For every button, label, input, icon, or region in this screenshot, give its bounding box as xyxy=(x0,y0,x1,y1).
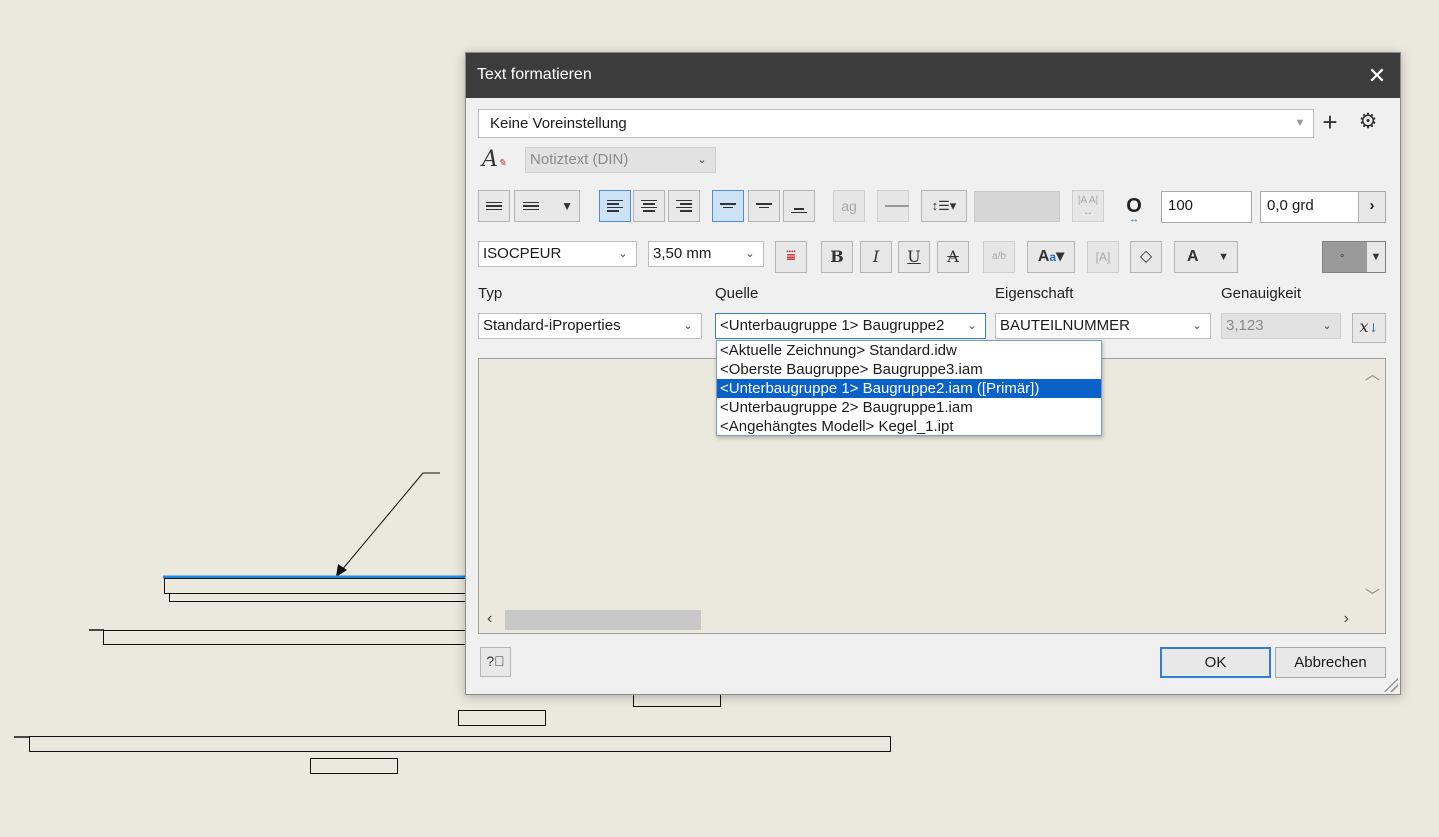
chevron-down-icon: ▼ xyxy=(1294,117,1306,129)
align-left-button[interactable] xyxy=(599,190,631,222)
type-value: Standard-iProperties xyxy=(483,317,621,334)
insert-parameter-icon[interactable]: x↓ xyxy=(1352,313,1386,343)
bold-button[interactable]: B xyxy=(821,241,853,273)
chevron-left-icon[interactable]: ‹ xyxy=(487,610,492,628)
valign-middle-button[interactable] xyxy=(748,190,780,222)
line-spacing-field xyxy=(974,191,1060,222)
part-outline xyxy=(310,758,398,774)
part-outline xyxy=(164,578,474,594)
chevron-down-icon: ⌄ xyxy=(697,154,707,166)
text-style-icon: A✎ xyxy=(482,147,507,172)
preset-value: Keine Voreinstellung xyxy=(490,115,627,132)
dialog-title: Text formatieren xyxy=(477,66,592,83)
source-option[interactable]: <Angehängtes Modell> Kegel_1.ipt xyxy=(717,417,1101,436)
fraction-icon: a/b xyxy=(983,241,1015,273)
ok-button[interactable]: OK xyxy=(1160,647,1271,678)
part-outline xyxy=(633,693,721,707)
help-icon[interactable]: ?⃞ xyxy=(480,647,511,677)
fill-color-button[interactable]: ◇ xyxy=(1130,241,1162,273)
font-color-letter: A xyxy=(1187,248,1199,265)
align-right-button[interactable] xyxy=(668,190,700,222)
width-factor-input[interactable]: 100 xyxy=(1161,191,1252,223)
chevron-down-icon: ⌄ xyxy=(745,248,755,260)
line-icon xyxy=(877,190,909,222)
symbol-icon: ∘ xyxy=(1339,251,1346,262)
width-factor-icon: O ↔ xyxy=(1126,195,1142,225)
source-dropdown[interactable]: <Unterbaugruppe 1> Baugruppe2 ⌄ xyxy=(715,313,986,339)
text-style-dropdown: Notiztext (DIN) ⌄ xyxy=(525,147,716,173)
italic-button[interactable]: I xyxy=(860,241,892,273)
scroll-thumb[interactable] xyxy=(505,610,701,630)
fit-text-icon: |A A| ↔ xyxy=(1072,190,1104,222)
chevron-down-icon: ⌄ xyxy=(683,320,693,332)
precision-dropdown: 3,123 ⌄ xyxy=(1221,313,1341,339)
rotation-angle-input[interactable]: 0,0 grd › xyxy=(1260,191,1386,223)
source-value: <Unterbaugruppe 1> Baugruppe2 xyxy=(720,317,945,334)
property-value: BAUTEILNUMMER xyxy=(1000,317,1131,334)
chevron-down-icon: ⌄ xyxy=(1192,320,1202,332)
source-option[interactable]: <Unterbaugruppe 2> Baugruppe1.iam xyxy=(717,398,1101,417)
precision-label: Genauigkeit xyxy=(1221,285,1302,302)
valign-bottom-button[interactable] xyxy=(783,190,815,222)
chevron-down-icon: ⌄ xyxy=(965,314,979,338)
case-button[interactable]: Aa▾ xyxy=(1027,241,1075,273)
align-center-button[interactable] xyxy=(633,190,665,222)
type-label: Typ xyxy=(478,285,503,302)
font-size-value: 3,50 mm xyxy=(653,245,712,262)
dialog-titlebar[interactable]: Text formatieren ✕ xyxy=(466,53,1400,98)
part-outline xyxy=(169,593,469,602)
source-option-selected[interactable]: <Unterbaugruppe 1> Baugruppe2.iam ([Prim… xyxy=(717,379,1101,398)
symbol-button[interactable]: ∘ ▼ xyxy=(1322,241,1386,273)
preset-dropdown[interactable]: Keine Voreinstellung ▼ xyxy=(478,109,1314,138)
source-option[interactable]: <Oberste Baugruppe> Baugruppe3.iam xyxy=(717,360,1101,379)
property-dropdown[interactable]: BAUTEILNUMMER ⌄ xyxy=(995,313,1211,339)
font-size-dropdown[interactable]: 3,50 mm ⌄ xyxy=(648,241,764,267)
chevron-right-icon[interactable]: › xyxy=(1344,610,1349,628)
line-spacing-button[interactable]: ↕☰▾ xyxy=(921,190,967,222)
strikethrough-button[interactable]: A xyxy=(937,241,969,273)
numbered-list-button[interactable]: ▼ xyxy=(514,190,580,222)
chevron-down-icon[interactable]: ﹀ xyxy=(1365,585,1380,606)
cancel-button[interactable]: Abbrechen xyxy=(1275,647,1386,678)
chevron-down-icon: ⌄ xyxy=(1322,320,1332,332)
part-outline xyxy=(103,630,473,645)
dropdown-arrow-icon: ▼ xyxy=(1218,251,1229,263)
text-color-button[interactable]: ⩸ xyxy=(775,241,807,273)
font-color-button[interactable]: A ▼ xyxy=(1174,241,1238,273)
source-label: Quelle xyxy=(715,285,759,302)
font-dropdown[interactable]: ISOCPEUR ⌄ xyxy=(478,241,637,267)
source-option[interactable]: <Aktuelle Zeichnung> Standard.idw xyxy=(717,341,1101,360)
type-dropdown[interactable]: Standard-iProperties ⌄ xyxy=(478,313,702,339)
valign-top-button[interactable] xyxy=(712,190,744,222)
add-preset-icon[interactable]: + xyxy=(1318,107,1342,137)
gear-icon[interactable]: ⚙ xyxy=(1356,109,1380,135)
text-frame-icon: [A] xyxy=(1087,241,1119,273)
width-factor-value: 100 xyxy=(1168,197,1194,214)
part-outline xyxy=(458,710,546,726)
text-style-value: Notiztext (DIN) xyxy=(530,151,629,168)
close-icon[interactable]: ✕ xyxy=(1362,61,1392,91)
underline-button[interactable]: U xyxy=(898,241,930,273)
property-label: Eigenschaft xyxy=(995,285,1074,302)
dropdown-arrow-icon: ▼ xyxy=(561,199,573,213)
chevron-right-icon[interactable]: › xyxy=(1358,192,1385,222)
chevron-down-icon: ⌄ xyxy=(618,248,628,260)
vertical-scrollbar[interactable]: ︿ ﹀ xyxy=(1359,359,1385,608)
dropdown-arrow-icon: ▼ xyxy=(1367,242,1385,272)
precision-value: 3,123 xyxy=(1226,317,1264,334)
rotation-angle-value: 0,0 grd xyxy=(1267,197,1314,214)
font-value: ISOCPEUR xyxy=(483,245,562,262)
resize-grip-icon[interactable] xyxy=(1382,676,1398,692)
source-dropdown-list: <Aktuelle Zeichnung> Standard.idw <Obers… xyxy=(716,340,1102,436)
chevron-up-icon[interactable]: ︿ xyxy=(1365,363,1380,384)
bullet-list-button[interactable] xyxy=(478,190,510,222)
stack-text-icon: ag xyxy=(833,190,865,222)
format-text-dialog: Text formatieren ✕ Keine Voreinstellung … xyxy=(465,52,1401,695)
part-outline xyxy=(29,736,891,752)
horizontal-scrollbar[interactable]: ‹ › xyxy=(479,607,1385,633)
